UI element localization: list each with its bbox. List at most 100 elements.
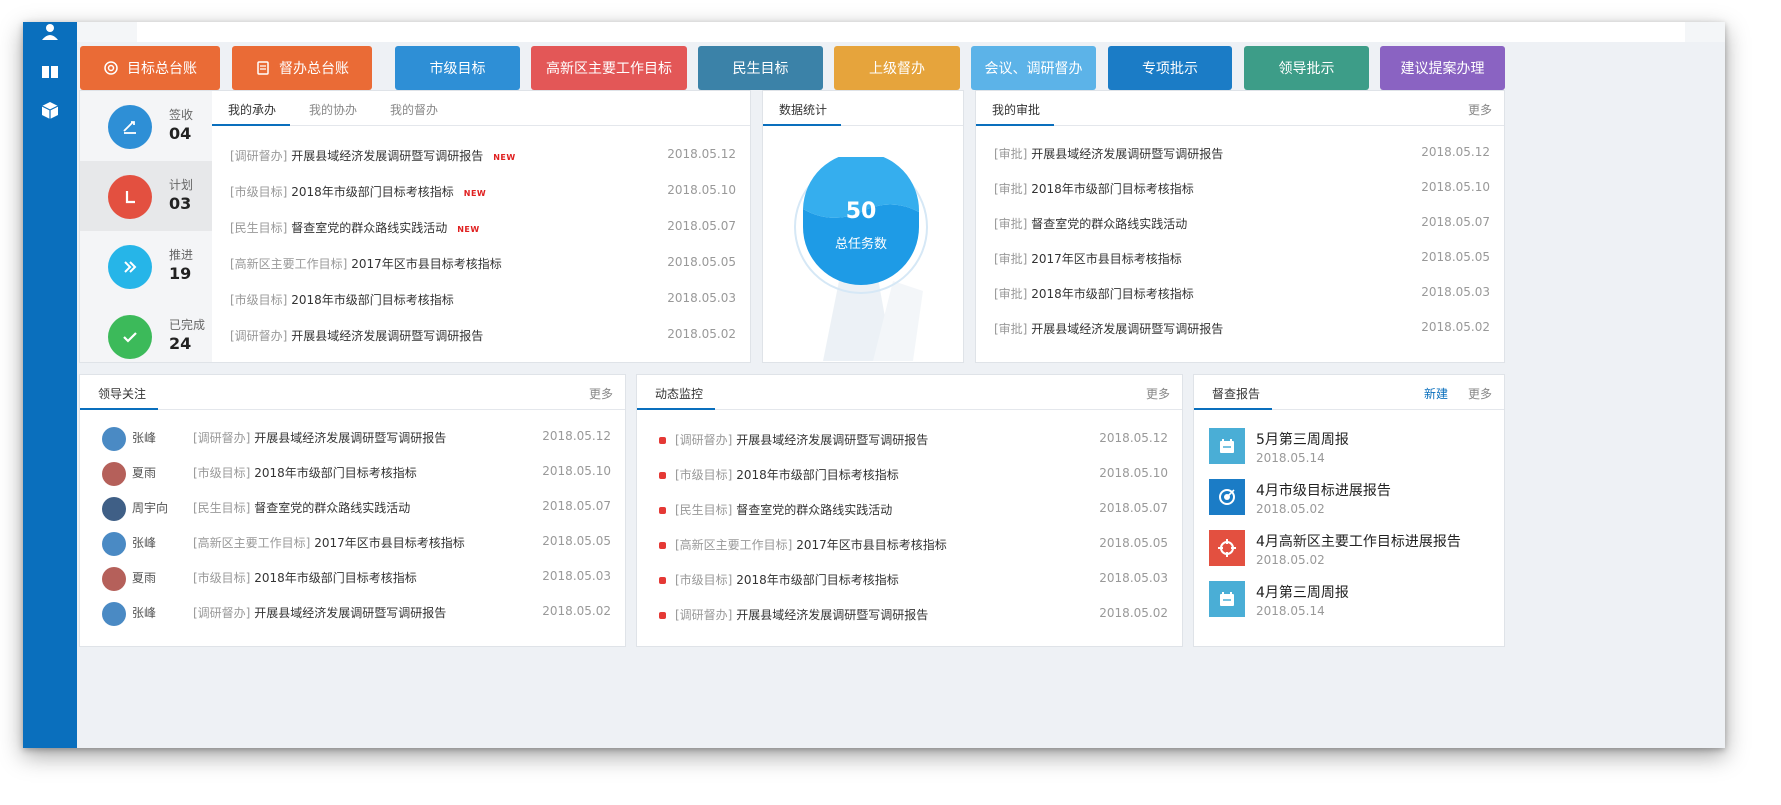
check-icon (108, 315, 152, 359)
list-item[interactable]: [调研督办] 开展县域经济发展调研暨写调研报告 2018.05.12 (637, 431, 1182, 451)
item-title: 2018年市级部门目标考核指标 (1031, 287, 1194, 301)
avatar (102, 497, 126, 521)
list-item[interactable]: 张峰 [调研督办] 开展县域经济发展调研暨写调研报告 2018.05.12 (80, 427, 625, 451)
report-date: 2018.05.14 (1256, 451, 1325, 465)
my-tasks-panel: 签收 04 计划 03 推进 19 已完成 24 我的承办 我的协办 我的督办 … (79, 90, 751, 363)
list-item[interactable]: 周宇向 [民生目标] 督查室党的群众路线实践活动 2018.05.07 (80, 497, 625, 521)
crosshair-icon (1209, 530, 1245, 566)
stat-sign[interactable]: 签收 04 (80, 91, 226, 161)
special-instruction-button[interactable]: 专项批示 (1108, 46, 1232, 90)
item-title: 开展县域经济发展调研暨写调研报告 (291, 149, 484, 163)
item-title: 2018年市级部门目标考核指标 (291, 185, 454, 199)
item-date: 2018.05.12 (1099, 431, 1168, 445)
list-item[interactable]: [民生目标] 督查室党的群众路线实践活动 NEW 2018.05.07 (230, 219, 750, 239)
button-label: 会议、调研督办 (984, 61, 1083, 77)
livelihood-target-button[interactable]: 民生目标 (698, 46, 823, 90)
item-title: 督查室党的群众路线实践活动 (736, 503, 893, 517)
button-label: 专项批示 (1142, 61, 1198, 77)
list-item[interactable]: [审批] 开展县域经济发展调研暨写调研报告 2018.05.02 (994, 320, 1504, 340)
item-title: 开展县域经济发展调研暨写调研报告 (254, 431, 447, 445)
status-dot (659, 542, 666, 549)
list-item[interactable]: [调研督办] 开展县域经济发展调研暨写调研报告 2018.05.02 (637, 606, 1182, 626)
list-item[interactable]: [审批] 2018年市级部门目标考核指标 2018.05.10 (994, 180, 1504, 200)
item-title: 开展县域经济发展调研暨写调研报告 (736, 608, 929, 622)
list-item[interactable]: [市级目标] 2018年市级部门目标考核指标 NEW 2018.05.10 (230, 183, 750, 203)
total-tasks-value: 50 (845, 199, 877, 224)
item-date: 2018.05.07 (1421, 215, 1490, 229)
new-report-link[interactable]: 新建 (1424, 385, 1448, 402)
meeting-supervise-button[interactable]: 会议、调研督办 (971, 46, 1096, 90)
list-item[interactable]: 夏雨 [市级目标] 2018年市级部门目标考核指标 2018.05.10 (80, 462, 625, 486)
list-item[interactable]: [市级目标] 2018年市级部门目标考核指标 2018.05.03 (637, 571, 1182, 591)
item-category: [市级目标] (230, 293, 288, 307)
stat-forward[interactable]: 推进 19 (80, 231, 226, 301)
list-item[interactable]: [调研督办] 开展县域经济发展调研暨写调研报告 2018.05.02 (230, 327, 750, 347)
list-item[interactable]: 张峰 [调研督办] 开展县域经济发展调研暨写调研报告 2018.05.02 (80, 602, 625, 626)
proposal-button[interactable]: 建议提案办理 (1380, 46, 1505, 90)
list-item[interactable]: [审批] 2017年区市县目标考核指标 2018.05.05 (994, 250, 1504, 270)
button-label: 上级督办 (869, 61, 925, 77)
button-label: 市级目标 (429, 61, 486, 77)
panel-title: 督查报告 (1212, 387, 1261, 401)
list-item[interactable]: 张峰 [高新区主要工作目标] 2017年区市县目标考核指标 2018.05.05 (80, 532, 625, 556)
more-link[interactable]: 更多 (589, 385, 613, 402)
item-category: [民生目标] (193, 501, 251, 515)
list-item[interactable]: [民生目标] 督查室党的群众路线实践活动 2018.05.07 (637, 501, 1182, 521)
list-item[interactable]: [市级目标] 2018年市级部门目标考核指标 2018.05.10 (637, 466, 1182, 486)
top-strip (77, 22, 1725, 42)
report-date: 2018.05.14 (1256, 604, 1325, 618)
stat-plan[interactable]: 计划 03 (80, 161, 212, 231)
tab-assist[interactable]: 我的协办 (309, 101, 357, 118)
tab-underline (1194, 408, 1272, 410)
item-title: 2018年市级部门目标考核指标 (254, 571, 417, 585)
item-title: 督查室党的群众路线实践活动 (291, 221, 448, 235)
item-category: [审批] (994, 287, 1028, 301)
item-category: [市级目标] (193, 466, 251, 480)
list-item[interactable]: [审批] 2018年市级部门目标考核指标 2018.05.03 (994, 285, 1504, 305)
list-item[interactable]: [调研督办] 开展县域经济发展调研暨写调研报告 NEW 2018.05.12 (230, 147, 750, 167)
item-title: 督查室党的群众路线实践活动 (1031, 217, 1188, 231)
sidebar (23, 22, 77, 748)
more-link[interactable]: 更多 (1468, 385, 1492, 402)
item-date: 2018.05.03 (1421, 285, 1490, 299)
forward-icon (108, 245, 152, 289)
superior-supervise-button[interactable]: 上级督办 (834, 46, 960, 90)
list-item[interactable]: 4月第三周周报 2018.05.14 (1194, 578, 1504, 622)
tab-underline (212, 124, 290, 126)
panel-title: 领导关注 (98, 387, 147, 401)
box-icon[interactable] (40, 100, 60, 120)
item-category: [审批] (994, 252, 1028, 266)
item-title: 开展县域经济发展调研暨写调研报告 (736, 433, 929, 447)
item-category: [市级目标] (230, 185, 288, 199)
leader-instruction-button[interactable]: 领导批示 (1244, 46, 1369, 90)
stat-done[interactable]: 已完成 24 (80, 301, 226, 362)
more-link[interactable]: 更多 (1468, 101, 1492, 118)
item-category: [调研督办] (230, 149, 288, 163)
list-item[interactable]: 4月市级目标进展报告 2018.05.02 (1194, 476, 1504, 520)
book-icon[interactable] (40, 62, 60, 82)
more-link[interactable]: 更多 (1146, 385, 1170, 402)
list-item[interactable]: [市级目标] 2018年市级部门目标考核指标 2018.05.03 (230, 291, 750, 311)
item-date: 2018.05.02 (1421, 320, 1490, 334)
list-item[interactable]: 4月高新区主要工作目标进展报告 2018.05.02 (1194, 527, 1504, 571)
button-label: 督办总台账 (279, 61, 349, 77)
list-item[interactable]: [高新区主要工作目标] 2017年区市县目标考核指标 2018.05.05 (230, 255, 750, 275)
supervise-ledger-button[interactable]: 督办总台账 (232, 46, 372, 90)
list-item[interactable]: [高新区主要工作目标] 2017年区市县目标考核指标 2018.05.05 (637, 536, 1182, 556)
target-ledger-button[interactable]: 目标总台账 (80, 46, 220, 90)
list-item[interactable]: 5月第三周周报 2018.05.14 (1194, 425, 1504, 469)
user-icon[interactable] (40, 22, 60, 42)
hitech-target-button[interactable]: 高新区主要工作目标 (531, 46, 687, 90)
status-dot (659, 437, 666, 444)
item-date: 2018.05.07 (667, 219, 736, 233)
tab-supervise[interactable]: 我的督办 (390, 101, 438, 118)
item-title: 开展县域经济发展调研暨写调研报告 (291, 329, 484, 343)
list-item[interactable]: [审批] 开展县域经济发展调研暨写调研报告 2018.05.12 (994, 145, 1504, 165)
item-title: 2017年区市县目标考核指标 (314, 536, 465, 550)
city-target-button[interactable]: 市级目标 (395, 46, 520, 90)
item-title: 督查室党的群众路线实践活动 (254, 501, 411, 515)
list-item[interactable]: [审批] 督查室党的群众路线实践活动 2018.05.07 (994, 215, 1504, 235)
list-item[interactable]: 夏雨 [市级目标] 2018年市级部门目标考核指标 2018.05.03 (80, 567, 625, 591)
report-title: 4月第三周周报 (1256, 585, 1349, 601)
tab-undertake[interactable]: 我的承办 (228, 101, 276, 118)
